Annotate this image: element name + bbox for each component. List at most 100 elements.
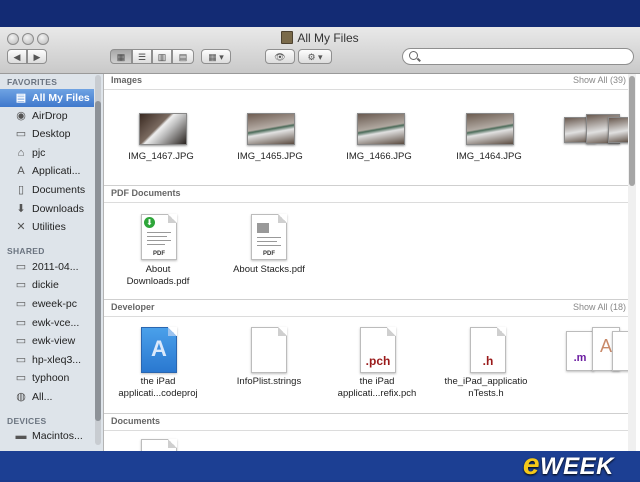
finder-window: All My Files ◀ ▶ ▦ ☰ ▥ ▤ ▦ ▾ 👁 ⚙ ▾ FAVOR… — [0, 27, 640, 451]
sidebar-item-downloads[interactable]: ⬇ Downloads — [0, 200, 94, 218]
eweek-logo: eWEEK — [522, 448, 614, 481]
show-all-developer-link[interactable]: Show All (18) — [573, 302, 626, 312]
section-divider — [104, 299, 632, 300]
sidebar-item-shared-ewk-vce[interactable]: ▭ ewk-vce... — [0, 314, 94, 332]
computer-icon: ▭ — [15, 317, 27, 329]
back-button[interactable]: ◀ — [7, 49, 27, 64]
forward-arrow-icon: ▶ — [33, 52, 41, 62]
forward-button[interactable]: ▶ — [27, 49, 47, 64]
image-item[interactable]: IMG_1464.JPG — [441, 151, 537, 163]
developer-item[interactable]: the iPad applicati...codeproj — [110, 376, 206, 400]
sidebar-item-shared-typhoon[interactable]: ▭ typhoon — [0, 369, 94, 387]
image-thumbnail[interactable] — [247, 113, 295, 145]
coverflow-view-icon: ▤ — [178, 52, 188, 62]
sidebar-item-pjc[interactable]: ⌂ pjc — [0, 144, 94, 162]
sidebar-item-shared-ewk-view[interactable]: ▭ ewk-view — [0, 332, 94, 350]
xcode-project-icon[interactable]: A — [141, 327, 177, 373]
back-arrow-icon: ◀ — [13, 52, 21, 62]
strings-file-icon[interactable] — [251, 327, 287, 373]
search-icon — [409, 51, 418, 60]
coverflow-view-button[interactable]: ▤ — [172, 49, 194, 64]
sidebar-scrollbar[interactable] — [95, 75, 101, 445]
content-scrollbar[interactable] — [628, 74, 636, 451]
all-files-icon: ▤ — [15, 92, 27, 104]
sidebar-item-applications[interactable]: A Applicati... — [0, 162, 94, 180]
quicklook-button[interactable]: 👁 — [265, 49, 295, 64]
sidebar-item-utilities[interactable]: ✕ Utilities — [0, 218, 94, 236]
blueprint-a-icon: A — [151, 336, 167, 361]
developer-item[interactable]: InfoPlist.strings — [221, 376, 317, 388]
header-file-icon[interactable]: .h — [470, 327, 506, 373]
developer-stack[interactable]: .m A — [566, 327, 632, 377]
list-view-icon: ☰ — [137, 52, 147, 62]
document-icon[interactable] — [141, 439, 177, 451]
downloads-icon: ⬇ — [16, 203, 26, 215]
source-file-icon: .m — [566, 331, 594, 371]
action-button[interactable]: ⚙ ▾ — [298, 49, 332, 64]
section-header-pdf: PDF Documents — [104, 187, 632, 203]
search-input[interactable] — [402, 48, 634, 65]
pdf-item[interactable]: About Stacks.pdf — [221, 264, 317, 276]
section-title-developer: Developer — [111, 302, 155, 312]
section-header-images: Images Show All (39) — [104, 74, 632, 90]
section-title-images: Images — [111, 75, 143, 85]
sidebar-item-shared-hp-xleq3[interactable]: ▭ hp-xleq3... — [0, 351, 94, 369]
applications-icon: A — [17, 165, 25, 177]
toolbar: All My Files ◀ ▶ ▦ ☰ ▥ ▤ ▦ ▾ 👁 ⚙ ▾ — [0, 27, 640, 74]
sidebar-item-shared-eweek-pc[interactable]: ▭ eweek-pc — [0, 295, 94, 313]
image-item[interactable]: IMG_1466.JPG — [331, 151, 427, 163]
sidebar-item-desktop[interactable]: ▭ Desktop — [0, 125, 94, 143]
pdf-item[interactable]: About Downloads.pdf — [110, 264, 206, 288]
documents-icon: ▯ — [17, 184, 25, 196]
column-view-button[interactable]: ▥ — [152, 49, 172, 64]
arrange-button[interactable]: ▦ ▾ — [201, 49, 231, 64]
sidebar-item-macintosh-hd[interactable]: ▬ Macintos... — [0, 427, 94, 445]
image-stack[interactable] — [564, 111, 634, 147]
image-item[interactable]: IMG_1467.JPG — [113, 151, 209, 163]
computer-icon: ▭ — [15, 372, 27, 384]
home-icon: ⌂ — [17, 147, 25, 159]
file-area: Images Show All (39) IMG_1467.JPG IMG_14… — [104, 74, 640, 451]
sidebar-item-airdrop[interactable]: ◉ AirDrop — [0, 107, 94, 125]
network-icon: ◍ — [16, 391, 26, 403]
pch-file-icon[interactable]: .pch — [360, 327, 396, 373]
sidebar-item-all-my-files[interactable]: ▤ All My Files — [0, 89, 94, 107]
pdf-document-icon[interactable]: ⬇ PDF — [141, 214, 177, 260]
content-scroll-thumb[interactable] — [629, 76, 635, 186]
developer-item[interactable]: the iPad applicati...refix.pch — [329, 376, 425, 400]
icon-view-button[interactable]: ▦ — [110, 49, 132, 64]
icon-view-icon: ▦ — [116, 52, 126, 62]
image-thumbnail[interactable] — [466, 113, 514, 145]
sidebar-item-documents[interactable]: ▯ Documents — [0, 181, 94, 199]
download-badge-icon: ⬇ — [144, 217, 155, 228]
airdrop-icon: ◉ — [16, 110, 26, 122]
desktop-icon: ▭ — [15, 128, 27, 140]
computer-icon: ▭ — [15, 298, 27, 310]
sidebar-heading-devices: DEVICES — [7, 416, 47, 426]
computer-icon: ▭ — [15, 335, 27, 347]
arrange-icon: ▦ ▾ — [208, 52, 224, 62]
sidebar-scroll-thumb[interactable] — [95, 101, 101, 421]
sidebar-heading-shared: SHARED — [7, 246, 45, 256]
gear-icon: ⚙ ▾ — [307, 52, 323, 62]
image-thumbnail[interactable] — [139, 113, 187, 145]
harddisk-icon: ▬ — [15, 430, 27, 442]
computer-icon: ▭ — [15, 261, 27, 273]
image-thumbnail[interactable] — [357, 113, 405, 145]
section-divider — [104, 413, 632, 414]
column-view-icon: ▥ — [157, 52, 167, 62]
sidebar-item-shared-all[interactable]: ◍ All... — [0, 388, 94, 406]
sidebar-item-shared-2011[interactable]: ▭ 2011-04... — [0, 258, 94, 276]
developer-item[interactable]: the_iPad_applicatio nTests.h — [438, 376, 534, 400]
window-title: All My Files — [0, 31, 640, 45]
section-title-documents: Documents — [111, 416, 161, 426]
show-all-images-link[interactable]: Show All (39) — [573, 75, 626, 85]
section-header-developer: Developer Show All (18) — [104, 301, 632, 317]
section-divider — [104, 185, 632, 186]
sidebar-item-shared-dickie[interactable]: ▭ dickie — [0, 276, 94, 294]
pdf-document-icon[interactable]: PDF — [251, 214, 287, 260]
folder-icon — [281, 31, 294, 44]
computer-icon: ▭ — [15, 354, 27, 366]
image-item[interactable]: IMG_1465.JPG — [222, 151, 318, 163]
list-view-button[interactable]: ☰ — [132, 49, 152, 64]
